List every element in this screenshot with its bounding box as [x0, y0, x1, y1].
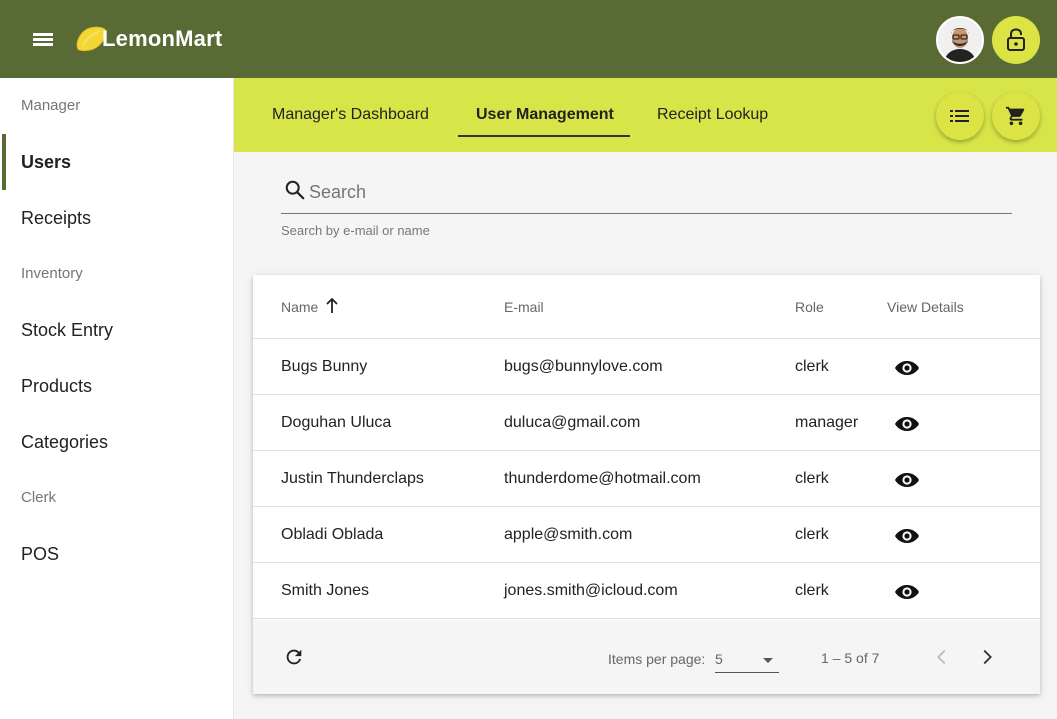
top-toolbar: LemonMart: [0, 0, 1057, 78]
eye-icon[interactable]: [894, 581, 920, 603]
sidebar-item-stock-entry[interactable]: Stock Entry: [21, 320, 113, 341]
cell-name: Smith Jones: [281, 582, 370, 599]
search-underline: [281, 213, 1012, 214]
arrow-up-icon[interactable]: [325, 298, 339, 314]
app-title[interactable]: LemonMart: [102, 26, 222, 52]
cell-email: bugs@bunnylove.com: [504, 358, 663, 375]
cell-email: jones.smith@icloud.com: [504, 582, 678, 599]
items-per-page-value: 5: [715, 651, 723, 667]
cell-name: Justin Thunderclaps: [281, 470, 424, 487]
cart-icon: [1005, 106, 1025, 126]
sidebar-item-pos[interactable]: POS: [21, 544, 59, 565]
table-row[interactable]: Bugs Bunny bugs@bunnylove.com clerk: [253, 339, 1040, 395]
dropdown-caret-icon: [763, 658, 773, 663]
eye-icon[interactable]: [894, 357, 920, 379]
manager-tab-bar: Manager's Dashboard User Management Rece…: [234, 78, 1057, 152]
users-table-card: Name E-mail Role View Details Bugs Bunny…: [253, 275, 1040, 694]
sidebar-header-clerk: Clerk: [21, 489, 57, 506]
items-per-page-select[interactable]: 5: [715, 649, 779, 673]
cart-button[interactable]: [992, 92, 1040, 140]
eye-icon[interactable]: [894, 413, 920, 435]
user-avatar[interactable]: [936, 16, 984, 64]
tab-user-management[interactable]: User Management: [476, 106, 614, 124]
search-input[interactable]: [309, 182, 869, 203]
search-icon: [285, 180, 305, 200]
eye-icon[interactable]: [894, 525, 920, 547]
lock-open-icon: [1007, 28, 1025, 51]
cell-role: clerk: [795, 582, 829, 599]
cell-name: Doguhan Uluca: [281, 414, 392, 431]
sidebar-item-users[interactable]: Users: [21, 152, 71, 173]
table-paginator: Items per page: 5 1 – 5 of 7: [253, 620, 1040, 694]
cell-name: Obladi Oblada: [281, 526, 384, 543]
cell-email: thunderdome@hotmail.com: [504, 470, 701, 487]
table-row[interactable]: Obladi Oblada apple@smith.com clerk: [253, 507, 1040, 563]
items-per-page-label: Items per page:: [608, 651, 706, 667]
refresh-icon[interactable]: [283, 646, 305, 668]
sidebar-item-categories[interactable]: Categories: [21, 432, 108, 453]
sidebar-header-manager: Manager: [21, 97, 81, 114]
cell-role: clerk: [795, 358, 829, 375]
cell-role: clerk: [795, 470, 829, 487]
list-icon: [950, 110, 969, 122]
cell-role: manager: [795, 414, 859, 431]
sidebar-item-receipts[interactable]: Receipts: [21, 208, 91, 229]
sidenav: Manager Users Receipts Inventory Stock E…: [0, 78, 234, 719]
column-header-email[interactable]: E-mail: [504, 299, 544, 315]
chevron-left-icon[interactable]: [931, 646, 953, 668]
tab-managers-dashboard[interactable]: Manager's Dashboard: [272, 106, 429, 124]
table-row[interactable]: Justin Thunderclaps thunderdome@hotmail.c…: [253, 451, 1040, 507]
cell-email: duluca@gmail.com: [504, 414, 641, 431]
sidebar-item-products[interactable]: Products: [21, 376, 92, 397]
table-header-row: Name E-mail Role View Details: [253, 275, 1040, 339]
column-header-role[interactable]: Role: [795, 299, 824, 315]
table-row[interactable]: Smith Jones jones.smith@icloud.com clerk: [253, 563, 1040, 619]
search-hint: Search by e-mail or name: [281, 223, 430, 238]
list-button[interactable]: [936, 92, 984, 140]
cell-email: apple@smith.com: [504, 526, 633, 543]
column-header-name[interactable]: Name: [281, 299, 318, 315]
active-indicator: [2, 134, 6, 190]
column-header-view-details: View Details: [887, 299, 964, 315]
menu-icon[interactable]: [30, 26, 56, 52]
chevron-right-icon[interactable]: [976, 646, 998, 668]
user-management-content: Search by e-mail or name Name E-mail Rol…: [234, 152, 1057, 719]
cell-role: clerk: [795, 526, 829, 543]
page-range-label: 1 – 5 of 7: [821, 650, 880, 666]
table-row[interactable]: Doguhan Uluca duluca@gmail.com manager: [253, 395, 1040, 451]
cell-name: Bugs Bunny: [281, 358, 368, 375]
eye-icon[interactable]: [894, 469, 920, 491]
lock-open-button[interactable]: [992, 16, 1040, 64]
tab-receipt-lookup[interactable]: Receipt Lookup: [657, 106, 768, 124]
sidebar-header-inventory: Inventory: [21, 265, 83, 282]
active-tab-underline: [458, 135, 630, 137]
